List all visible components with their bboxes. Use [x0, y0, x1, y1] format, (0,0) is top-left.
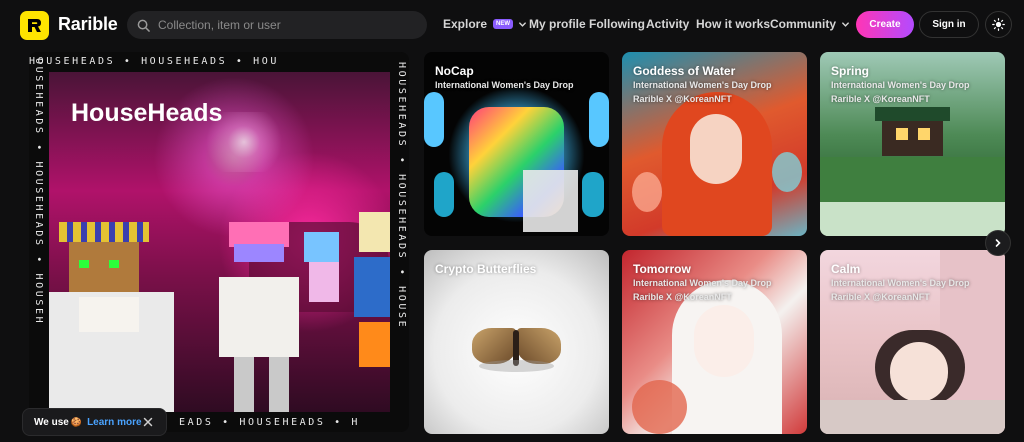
- drop-card-nocap[interactable]: NoCap International Women's Day Drop: [424, 52, 609, 236]
- chevron-right-icon: [995, 239, 1001, 247]
- cookie-icon: 🍪: [70, 416, 83, 427]
- card-subtitle: International Women's Day Drop: [831, 80, 970, 90]
- search-input[interactable]: [158, 18, 408, 32]
- cookie-banner: We use 🍪 Learn more: [22, 408, 167, 436]
- cookie-text: We use: [34, 416, 69, 428]
- nav-how-it-works[interactable]: How it works: [696, 17, 770, 31]
- card-title: Tomorrow: [633, 262, 691, 276]
- frame-text-bottom: EADS • HOUSEHEADS • H: [179, 417, 361, 428]
- sun-icon: [992, 18, 1005, 31]
- card-title: NoCap: [435, 64, 474, 78]
- frame-text-top: HOUSEHEADS • HOUSEHEADS • HOU: [29, 56, 279, 67]
- carousel-next-button[interactable]: [985, 230, 1011, 256]
- search-bar[interactable]: [127, 11, 427, 39]
- featured-artwork: HouseHeads: [49, 72, 390, 412]
- card-subtitle: International Women's Day Drop: [435, 80, 574, 90]
- drop-card-calm[interactable]: Calm International Women's Day Drop Rari…: [820, 250, 1005, 434]
- new-badge: NEW: [493, 19, 514, 29]
- nav-explore-label: Explore: [443, 17, 488, 31]
- nav-my-profile[interactable]: My profile: [529, 17, 586, 31]
- sign-in-button[interactable]: Sign in: [919, 11, 979, 38]
- card-creator: Rarible X @KoreanNFT: [831, 94, 930, 104]
- card-subtitle: International Women's Day Drop: [633, 80, 772, 90]
- frame-text-left: OUSEHEADS • HOUSEHEADS • HOUSEH: [33, 58, 44, 326]
- card-creator: Rarible X @KoreanNFT: [831, 292, 930, 302]
- card-subtitle: International Women's Day Drop: [633, 278, 772, 288]
- drop-card-spring[interactable]: Spring International Women's Day Drop Ra…: [820, 52, 1005, 236]
- card-title: Spring: [831, 64, 869, 78]
- drop-card-tomorrow[interactable]: Tomorrow International Women's Day Drop …: [622, 250, 807, 434]
- card-creator: Rarible X @KoreanNFT: [633, 94, 732, 104]
- logo-mark-icon: [28, 19, 41, 32]
- rarible-logo[interactable]: [20, 11, 49, 40]
- close-icon[interactable]: [142, 416, 154, 428]
- drop-card-goddess-of-water[interactable]: Goddess of Water International Women's D…: [622, 52, 807, 236]
- featured-title: HouseHeads: [71, 99, 223, 127]
- card-title: Calm: [831, 262, 861, 276]
- brand-name[interactable]: Rarible: [58, 14, 118, 35]
- frame-text-right: HOUSEHEADS • HOUSEHEADS • HOUSE: [396, 62, 407, 330]
- card-subtitle: International Women's Day Drop: [831, 278, 970, 288]
- theme-toggle-button[interactable]: [985, 11, 1012, 38]
- featured-collection-card[interactable]: HOUSEHEADS • HOUSEHEADS • HOU OUSEHEADS …: [29, 52, 409, 432]
- chevron-down-icon: [842, 21, 849, 27]
- card-creator: Rarible X @KoreanNFT: [633, 292, 732, 302]
- learn-more-link[interactable]: Learn more: [87, 417, 141, 428]
- drop-card-crypto-butterflies[interactable]: Crypto Butterflies: [424, 250, 609, 434]
- card-title: Goddess of Water: [633, 64, 736, 78]
- create-button[interactable]: Create: [856, 11, 914, 38]
- nav-explore[interactable]: Explore NEW: [443, 17, 527, 31]
- nav-community-label: Community: [770, 17, 836, 31]
- card-title: Crypto Butterflies: [435, 262, 537, 276]
- search-icon: [137, 19, 150, 32]
- nav-community[interactable]: Community: [770, 17, 850, 31]
- nav-following[interactable]: Following: [589, 17, 645, 31]
- nav-activity[interactable]: Activity: [646, 17, 689, 31]
- top-navigation-bar: Rarible Explore NEW My profile Following…: [0, 0, 1024, 50]
- chevron-down-icon: [519, 21, 526, 27]
